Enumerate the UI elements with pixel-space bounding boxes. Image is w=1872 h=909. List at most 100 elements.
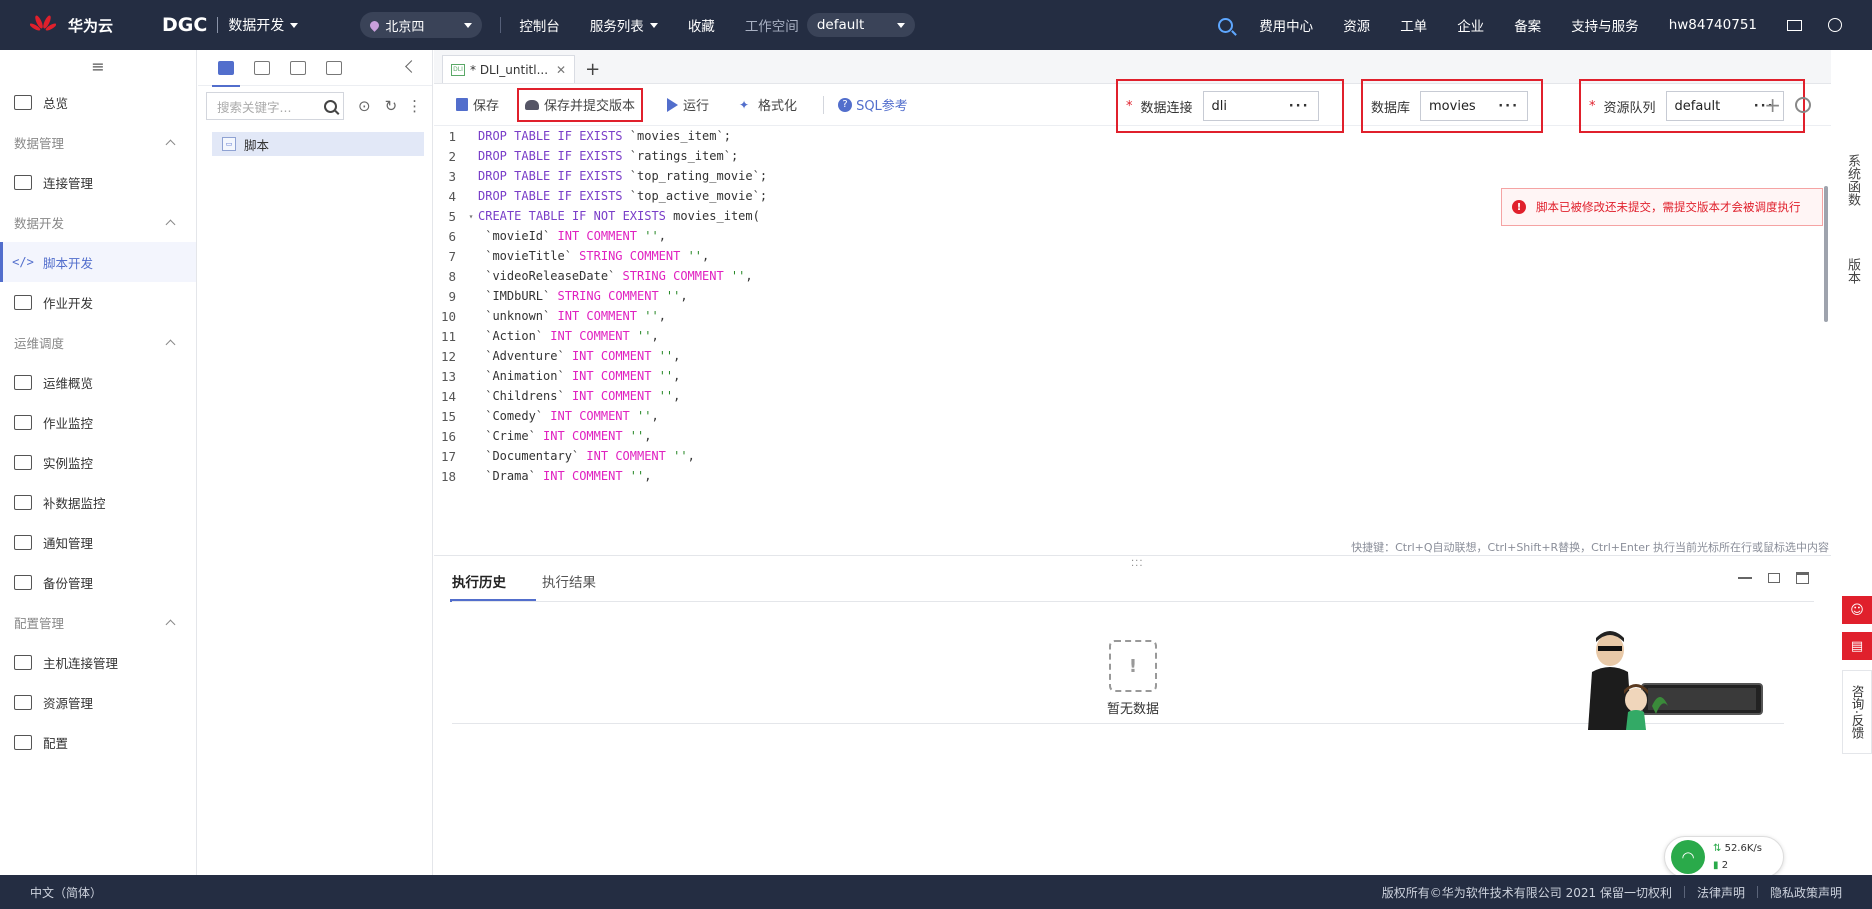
- code-line[interactable]: 3 DROP TABLE IF EXISTS `top_rating_movie`…: [434, 166, 1831, 186]
- sidebar-item-instance-monitor[interactable]: 实例监控: [0, 442, 196, 482]
- add-tab-icon[interactable]: +: [585, 59, 600, 80]
- more-horizontal-icon[interactable]: ···: [1498, 99, 1519, 114]
- language-switcher[interactable]: 中文（简体）: [30, 884, 102, 901]
- nav-console[interactable]: 控制台: [519, 15, 560, 35]
- code-line[interactable]: 14 `Childrens` INT COMMENT '',: [434, 386, 1831, 406]
- huawei-cloud-logo[interactable]: 华为云: [29, 13, 158, 37]
- code-line[interactable]: 13 `Animation` INT COMMENT '',: [434, 366, 1831, 386]
- tab-table[interactable]: [320, 55, 348, 81]
- sidebar-item-backup[interactable]: 备份管理: [0, 562, 196, 602]
- format-button[interactable]: ✦ 格式化: [735, 90, 801, 120]
- code-line[interactable]: 16 `Crime` INT COMMENT '',: [434, 426, 1831, 446]
- tab-database[interactable]: [284, 55, 312, 81]
- code-line[interactable]: 9 `IMDbURL` STRING COMMENT '',: [434, 286, 1831, 306]
- smile-icon[interactable]: ☺: [1842, 596, 1872, 624]
- sidebar-item-config[interactable]: 配置: [0, 722, 196, 762]
- sql-reference-link[interactable]: ? SQL参考: [838, 95, 908, 114]
- sidebar-group-data-management[interactable]: 数据管理: [0, 122, 196, 162]
- more-vertical-icon[interactable]: ⋮: [407, 97, 422, 115]
- editor-scrollbar[interactable]: [1824, 186, 1828, 322]
- sidebar-item-job-monitor[interactable]: 作业监控: [0, 402, 196, 442]
- sidebar-item-connections[interactable]: 连接管理: [0, 162, 196, 202]
- legal-link[interactable]: 法律声明: [1697, 884, 1745, 901]
- nav-support[interactable]: 支持与服务: [1571, 15, 1639, 35]
- code-line[interactable]: 6 `movieId` INT COMMENT '',: [434, 226, 1831, 246]
- search-icon[interactable]: [324, 99, 337, 113]
- sidebar-item-job-development[interactable]: 作业开发: [0, 282, 196, 322]
- mail-icon[interactable]: [1787, 19, 1802, 31]
- code-line[interactable]: 11 `Action` INT COMMENT '',: [434, 326, 1831, 346]
- code-line[interactable]: 1 DROP TABLE IF EXISTS `movies_item`;: [434, 126, 1831, 146]
- tab-execution-results[interactable]: 执行结果: [542, 560, 596, 602]
- backup-icon: [14, 574, 32, 590]
- sidebar-group-ops-scheduling[interactable]: 运维调度: [0, 322, 196, 362]
- nav-filing[interactable]: 备案: [1514, 15, 1541, 35]
- code-line[interactable]: 8 `videoReleaseDate` STRING COMMENT '',: [434, 266, 1831, 286]
- code-line[interactable]: 2 DROP TABLE IF EXISTS `ratings_item`;: [434, 146, 1831, 166]
- sidebar-item-host-connection[interactable]: 主机连接管理: [0, 642, 196, 682]
- nav-enterprise[interactable]: 企业: [1457, 15, 1484, 35]
- tab-scripts[interactable]: [212, 55, 240, 87]
- chevron-left-icon[interactable]: [405, 60, 418, 73]
- sidebar-item-notification[interactable]: 通知管理: [0, 522, 196, 562]
- run-button[interactable]: 运行: [663, 90, 713, 120]
- nav-tickets[interactable]: 工单: [1400, 15, 1427, 35]
- network-speed: 52.6K/s: [1724, 843, 1762, 854]
- module-switcher[interactable]: 数据开发: [228, 15, 299, 35]
- line-number: 16: [440, 428, 456, 444]
- tab-execution-history[interactable]: 执行历史: [450, 560, 536, 602]
- drag-handle-icon[interactable]: ··· ···: [1131, 557, 1144, 572]
- code-line[interactable]: 7 `movieTitle` STRING COMMENT '',: [434, 246, 1831, 266]
- close-icon[interactable]: ✕: [556, 63, 566, 77]
- code-line[interactable]: 15 `Comedy` INT COMMENT '',: [434, 406, 1831, 426]
- code-line[interactable]: 17 `Documentary` INT COMMENT '',: [434, 446, 1831, 466]
- sidebar-item-ops-overview[interactable]: 运维概览: [0, 362, 196, 402]
- region-selector[interactable]: 北京四: [360, 12, 483, 38]
- footer-links: 版权所有©华为软件技术有限公司 2021 保留一切权利 法律声明 隐私政策声明: [1370, 884, 1842, 901]
- settings-icon[interactable]: [1795, 97, 1811, 113]
- user-account[interactable]: hw84740751: [1669, 17, 1757, 33]
- minimize-icon[interactable]: [1738, 577, 1752, 579]
- system-functions-tab[interactable]: 系统函数: [1843, 154, 1862, 206]
- nav-service-list[interactable]: 服务列表: [590, 15, 658, 35]
- sidebar-item-script-development[interactable]: </> 脚本开发: [0, 242, 196, 282]
- code-line[interactable]: 12 `Adventure` INT COMMENT '',: [434, 346, 1831, 366]
- sidebar-item-backfill-monitor[interactable]: 补数据监控: [0, 482, 196, 522]
- nav-resources[interactable]: 资源: [1343, 15, 1370, 35]
- privacy-link[interactable]: 隐私政策声明: [1770, 884, 1842, 901]
- tree-node-scripts[interactable]: ▭ 脚本: [212, 132, 424, 156]
- locate-icon[interactable]: ⊙: [358, 97, 371, 115]
- clock-icon[interactable]: [1828, 18, 1842, 32]
- sidebar-group-data-development[interactable]: 数据开发: [0, 202, 196, 242]
- sidebar-group-config-management[interactable]: 配置管理: [0, 602, 196, 642]
- network-speed-widget[interactable]: ◠ ⇅ 52.6K/s ▮ 2: [1664, 836, 1784, 878]
- more-horizontal-icon[interactable]: ···: [1289, 99, 1310, 114]
- menu-collapse-icon[interactable]: ≡: [0, 50, 196, 82]
- add-icon[interactable]: +: [1764, 93, 1781, 117]
- right-side-bar: 系统函数 版本 ☺ ▤ 咨询·反馈: [1832, 140, 1872, 875]
- save-button[interactable]: 保存: [452, 90, 503, 120]
- database-select[interactable]: movies ···: [1420, 91, 1529, 121]
- code-line[interactable]: 18 `Drama` INT COMMENT '',: [434, 466, 1831, 486]
- data-connection-select[interactable]: dli ···: [1202, 91, 1319, 121]
- sidebar-item-overview[interactable]: 总览: [0, 82, 196, 122]
- refresh-icon[interactable]: ↻: [385, 97, 398, 115]
- code-line[interactable]: 10 `unknown` INT COMMENT '',: [434, 306, 1831, 326]
- file-search-input[interactable]: 搜索关键字...: [206, 92, 344, 120]
- data-connection-label: 数据连接: [1140, 100, 1193, 116]
- tab-jobs[interactable]: [248, 55, 276, 81]
- restore-icon[interactable]: [1768, 573, 1780, 583]
- fold-toggle-icon[interactable]: ▾: [464, 212, 478, 221]
- workspace-select[interactable]: default: [806, 13, 915, 37]
- search-icon[interactable]: [1218, 17, 1234, 33]
- maximize-icon[interactable]: [1796, 572, 1809, 584]
- module-label: 数据开发: [228, 18, 285, 34]
- version-tab[interactable]: 版本: [1843, 258, 1862, 284]
- editor-tab-dli-untitled[interactable]: DLI * DLI_untitl... ✕: [442, 55, 576, 83]
- feedback-icon[interactable]: ▤: [1842, 632, 1872, 660]
- nav-favorites[interactable]: 收藏: [688, 15, 715, 35]
- save-and-submit-button[interactable]: 保存并提交版本: [517, 87, 644, 122]
- sidebar-item-resource[interactable]: 资源管理: [0, 682, 196, 722]
- nav-billing[interactable]: 费用中心: [1259, 15, 1313, 35]
- consult-feedback-button[interactable]: 咨询·反馈: [1842, 670, 1872, 754]
